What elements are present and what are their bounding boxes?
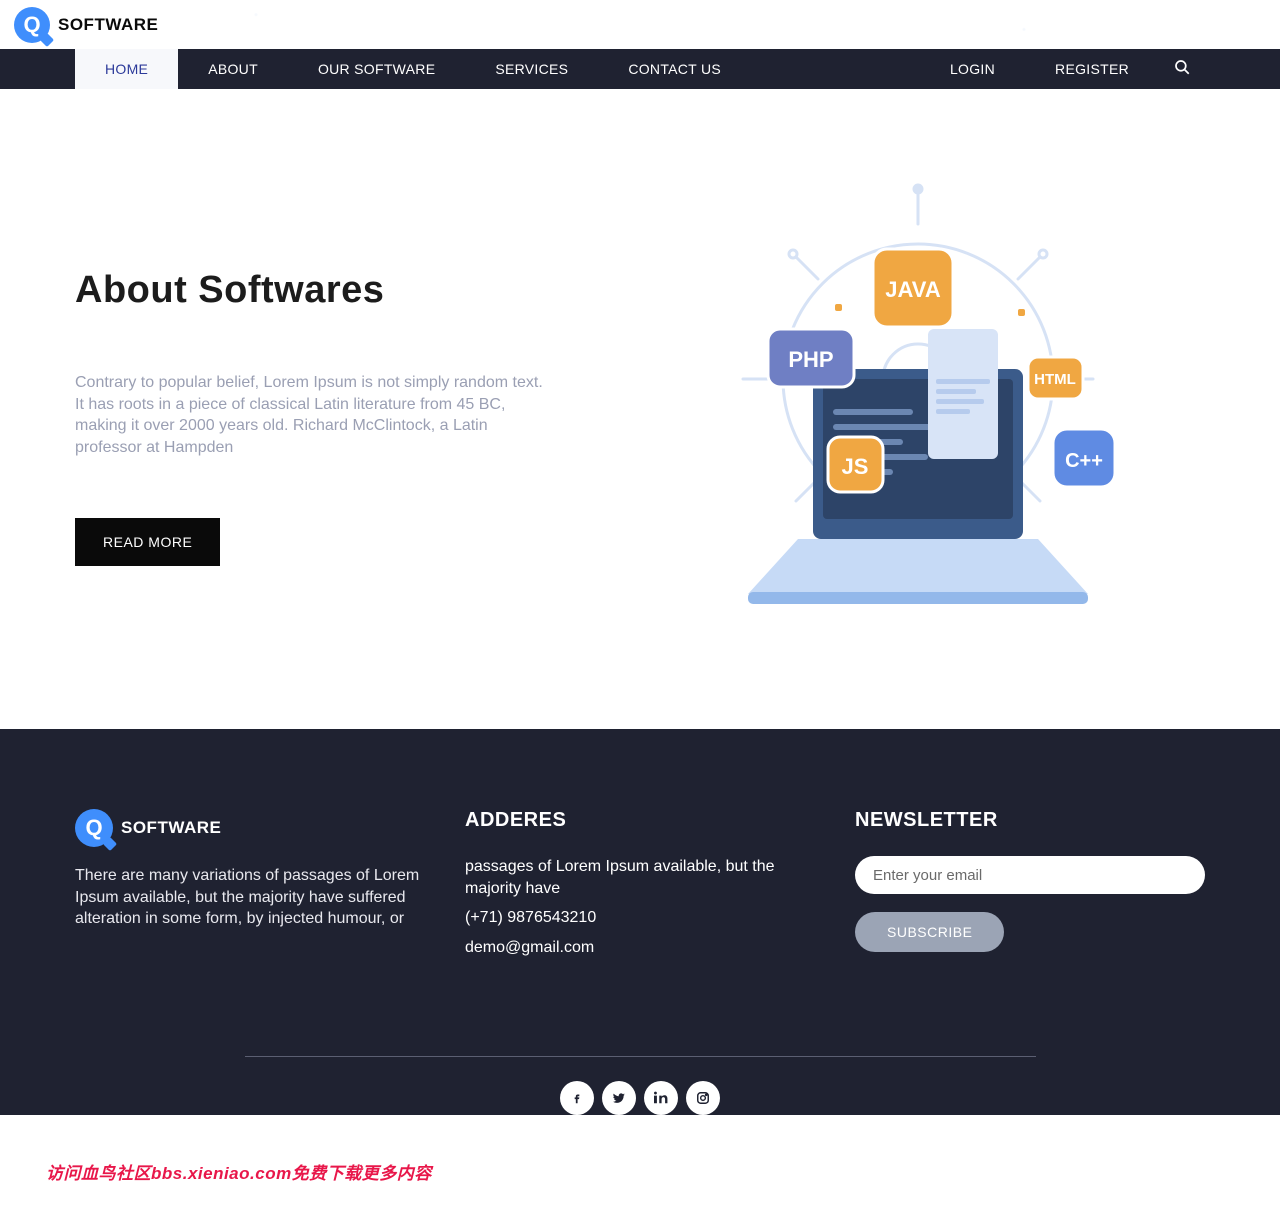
nav-register[interactable]: REGISTER — [1025, 61, 1159, 77]
address-email[interactable]: demo@gmail.com — [465, 937, 815, 959]
logo-icon: Q — [14, 7, 50, 43]
svg-text:HTML: HTML — [1034, 371, 1076, 388]
address-phone[interactable]: (+71) 9876543210 — [465, 907, 815, 929]
main-nav: HOME ABOUT OUR SOFTWARE SERVICES CONTACT… — [0, 49, 1280, 89]
footer-divider — [245, 1056, 1036, 1057]
nav-services[interactable]: SERVICES — [465, 49, 598, 89]
svg-text:JS: JS — [841, 454, 868, 479]
facebook-icon[interactable] — [560, 1081, 594, 1115]
linkedin-icon[interactable] — [644, 1081, 678, 1115]
topbar: Q SOFTWARE — [0, 0, 1280, 49]
search-button[interactable] — [1159, 58, 1205, 81]
nav-home[interactable]: HOME — [75, 49, 178, 89]
svg-text:PHP: PHP — [788, 347, 833, 372]
footer: Q SOFTWARE There are many variations of … — [0, 729, 1280, 1115]
newsletter-email-input[interactable] — [855, 856, 1205, 894]
address-line: passages of Lorem Ipsum available, but t… — [465, 856, 815, 899]
about-body: Contrary to popular belief, Lorem Ipsum … — [75, 372, 550, 458]
about-section: About Softwares Contrary to popular beli… — [0, 89, 1280, 729]
search-icon — [1173, 58, 1191, 81]
instagram-icon[interactable] — [686, 1081, 720, 1115]
footer-logo-icon: Q — [75, 809, 113, 847]
svg-text:JAVA: JAVA — [885, 277, 941, 302]
about-title: About Softwares — [75, 269, 550, 312]
social-links — [560, 1081, 720, 1115]
nav-software[interactable]: OUR SOFTWARE — [288, 49, 465, 89]
nav-about[interactable]: ABOUT — [178, 49, 288, 89]
twitter-icon[interactable] — [602, 1081, 636, 1115]
nav-login[interactable]: LOGIN — [920, 61, 1025, 77]
address-heading: ADDERES — [465, 809, 815, 832]
svg-text:C++: C++ — [1065, 450, 1103, 472]
footer-about-text: There are many variations of passages of… — [75, 865, 425, 930]
footer-brand-name: SOFTWARE — [121, 818, 221, 838]
about-illustration: JAVA PHP HTML JS C++ — [570, 149, 1205, 639]
brand-name: SOFTWARE — [58, 15, 158, 35]
read-more-button[interactable]: READ MORE — [75, 518, 220, 566]
nav-contact[interactable]: CONTACT US — [598, 49, 751, 89]
subscribe-button[interactable]: SUBSCRIBE — [855, 912, 1004, 952]
watermark-text: 访问血鸟社区bbs.xieniao.com免费下载更多内容 — [46, 1159, 432, 1184]
newsletter-heading: NEWSLETTER — [855, 809, 1205, 832]
